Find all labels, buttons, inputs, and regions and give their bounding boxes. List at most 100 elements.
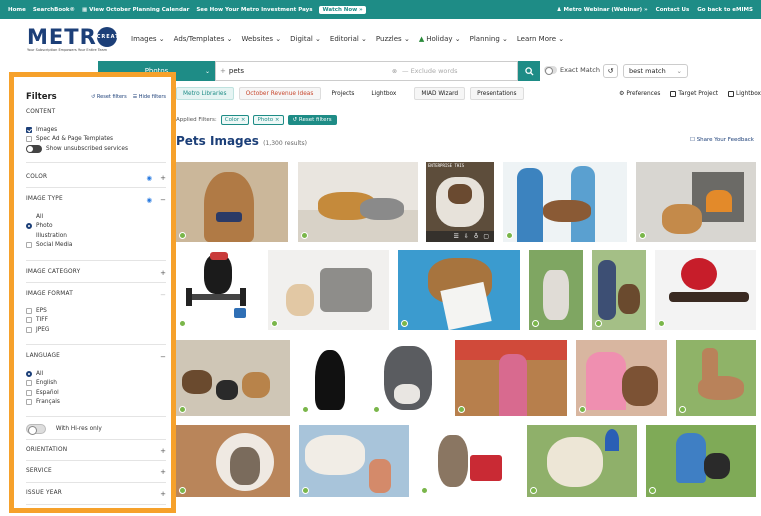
contact-link[interactable]: Contact Us [656, 7, 690, 13]
select-checkbox[interactable] [649, 487, 656, 494]
share-feedback-link[interactable]: ☐ Share Your Feedback [690, 137, 754, 143]
unsubscribed-toggle[interactable]: Show unsubscribed services [26, 144, 166, 154]
reset-filters-link[interactable]: ↺ Reset filters [91, 94, 127, 100]
exclude-words-input[interactable]: — Exclude words [402, 67, 457, 75]
minus-icon[interactable]: − [160, 196, 166, 204]
select-checkbox[interactable] [271, 320, 278, 327]
image-tile-dog-fireplace[interactable] [636, 162, 756, 242]
plus-icon[interactable]: + [160, 174, 166, 182]
image-format-section[interactable]: IMAGE FORMAT − [26, 291, 166, 299]
image-type-photo[interactable]: Photo [26, 222, 166, 232]
image-tile-vet-dog[interactable] [503, 162, 627, 242]
select-checkbox[interactable] [658, 320, 665, 327]
image-tile-child-horse[interactable] [299, 425, 409, 497]
investment-link[interactable]: See How Your Metro Investment Pays [196, 7, 312, 13]
select-checkbox[interactable] [301, 232, 308, 239]
image-tile-dog-boy-field[interactable] [529, 250, 583, 330]
expand-icon[interactable]: ▢ [483, 233, 489, 240]
menu-icon[interactable]: ☰ [454, 233, 459, 240]
plus-icon[interactable]: + [160, 447, 166, 455]
content-option-images[interactable]: Images [26, 125, 166, 135]
select-checkbox[interactable] [179, 232, 186, 239]
nav-websites[interactable]: Websites ⌄ [241, 35, 281, 43]
format-tiff[interactable]: TIFF [26, 316, 166, 326]
exact-match-switch[interactable] [544, 66, 557, 75]
plus-icon[interactable]: + [160, 269, 166, 277]
checkbox[interactable] [26, 213, 32, 220]
nav-ads-templates[interactable]: Ads/Templates ⌄ [174, 35, 233, 43]
issue-year-section[interactable]: ISSUE YEAR + [26, 490, 166, 498]
filter-chip-color[interactable]: Color × [220, 114, 250, 125]
checkbox[interactable] [26, 307, 32, 314]
language-all[interactable]: All [26, 369, 166, 379]
image-tile-cat-door[interactable] [176, 425, 290, 497]
image-tile-man-dog-grass[interactable] [592, 250, 646, 330]
image-type-social-media[interactable]: Social Media [26, 241, 166, 251]
eye-icon[interactable]: ◉ [146, 196, 152, 204]
select-checkbox[interactable] [595, 320, 602, 327]
home-link[interactable]: Home [8, 7, 26, 13]
image-tile-rose-collar[interactable] [655, 250, 756, 330]
radio-selected[interactable] [26, 370, 32, 377]
eye-icon[interactable]: ◉ [146, 174, 152, 182]
select-checkbox[interactable] [179, 406, 186, 413]
tab-lightbox[interactable]: Lightbox [365, 87, 403, 100]
select-checkbox[interactable] [421, 487, 428, 494]
image-tile-dog-crate[interactable]: ENTERPRISE THIS ☰ ⇩ ♁ ▢ [426, 162, 494, 242]
language-english[interactable]: English [26, 379, 166, 389]
toggle-switch[interactable] [26, 144, 42, 153]
search-button[interactable] [518, 61, 540, 81]
searchbook-link[interactable]: SearchBook® [33, 7, 75, 13]
undo-button[interactable]: ↺ [603, 64, 618, 78]
select-checkbox[interactable] [579, 406, 586, 413]
image-tile-pitbull[interactable] [370, 340, 446, 416]
lightbox-link[interactable]: Lightbox [728, 90, 761, 97]
nav-planning[interactable]: Planning ⌄ [470, 35, 508, 43]
nav-images[interactable]: Images ⌄ [131, 35, 165, 43]
image-category-section[interactable]: IMAGE CATEGORY + [26, 269, 166, 277]
calendar-link[interactable]: ▦ View October Planning Calendar [82, 7, 189, 13]
image-tile-dog-carrier[interactable] [268, 250, 389, 330]
select-checkbox[interactable] [302, 487, 309, 494]
clear-icon[interactable]: ⊗ [392, 68, 397, 75]
tab-metro-libraries[interactable]: Metro Libraries [176, 87, 234, 100]
language-section[interactable]: LANGUAGE − [26, 353, 166, 361]
webinar-link[interactable]: ♟ Metro Webinar (Webinar) » [557, 7, 648, 13]
image-tile-pet-store[interactable] [455, 340, 567, 416]
nav-editorial[interactable]: Editorial ⌄ [330, 35, 367, 43]
exact-match-toggle[interactable]: Exact Match [544, 66, 600, 75]
orientation-section[interactable]: ORIENTATION + [26, 447, 166, 455]
checkbox[interactable] [26, 380, 32, 387]
select-checkbox[interactable] [302, 406, 309, 413]
checkbox-checked[interactable] [26, 126, 32, 133]
select-checkbox[interactable] [373, 406, 380, 413]
image-type-section[interactable]: IMAGE TYPE ◉ − [26, 196, 166, 204]
language-francais[interactable]: Français [26, 398, 166, 408]
image-tile-dog-dumbbell[interactable] [176, 250, 260, 330]
hide-filters-link[interactable]: ☰ Hide filters [133, 94, 166, 100]
minus-icon[interactable]: − [160, 291, 166, 299]
checkbox[interactable] [26, 136, 32, 143]
nav-holiday[interactable]: ▲ Holiday ⌄ [419, 35, 461, 43]
goback-link[interactable]: Go back to eMIMS [697, 7, 753, 13]
checkbox[interactable] [26, 232, 32, 239]
plus-icon[interactable]: + [160, 468, 166, 476]
tab-presentations[interactable]: Presentations [470, 87, 524, 100]
service-section[interactable]: SERVICE + [26, 468, 166, 476]
tab-projects[interactable]: Projects [325, 87, 361, 100]
image-tile-sheep-ribbon[interactable] [527, 425, 637, 497]
lightbulb-icon[interactable]: ♁ [474, 233, 478, 240]
plus-icon[interactable]: + [160, 490, 166, 498]
select-checkbox[interactable] [179, 487, 186, 494]
image-type-illustration[interactable]: Illustration [26, 231, 166, 241]
download-icon[interactable]: ⇩ [464, 233, 469, 240]
toggle-switch[interactable] [26, 423, 46, 435]
hires-toggle-row[interactable]: With Hi-res only [26, 423, 166, 435]
filter-chip-photo[interactable]: Photo × [253, 114, 284, 125]
select-checkbox[interactable] [639, 232, 646, 239]
watch-now-button[interactable]: Watch Now » [319, 5, 366, 14]
select-checkbox[interactable] [532, 320, 539, 327]
select-checkbox[interactable] [530, 487, 537, 494]
image-tile-black-cat[interactable] [299, 340, 361, 416]
nav-puzzles[interactable]: Puzzles ⌄ [376, 35, 410, 43]
